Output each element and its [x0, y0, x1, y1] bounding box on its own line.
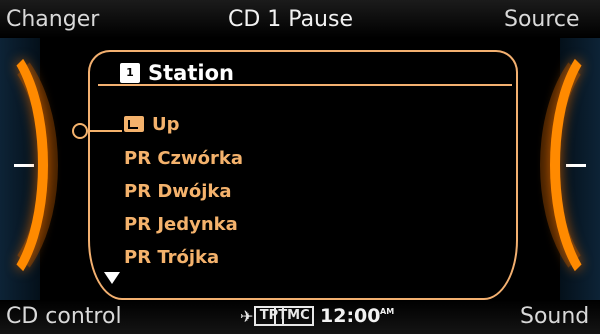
list-item-label: PR Dwójka [124, 180, 232, 202]
list-item[interactable]: PR Jedynka [124, 210, 238, 238]
list-item-label: PR Jedynka [124, 213, 238, 235]
list-item[interactable]: PR Trójka [124, 243, 219, 271]
folder-icon: 1 [120, 63, 140, 83]
playback-status: CD 1 Pause [228, 7, 353, 32]
list-item-label: Up [152, 113, 180, 135]
changer-button[interactable]: Changer [6, 7, 99, 32]
cd-control-button[interactable]: CD control [6, 304, 122, 329]
left-arc [0, 38, 48, 296]
sound-button[interactable]: Sound [520, 304, 589, 329]
selection-knob-icon [72, 123, 88, 139]
folder-up-icon [124, 116, 144, 132]
selection-pointer [88, 130, 122, 132]
station-browser: 1 Station Up PR Czwórka PR Dwójka PR Jed… [0, 38, 600, 300]
list-item-label: PR Czwórka [124, 147, 243, 169]
clock-ampm: AM [380, 307, 395, 316]
list-item-label: PR Trójka [124, 246, 220, 268]
list-item-up[interactable]: Up [124, 110, 180, 138]
clock-time: 12:00 [320, 305, 381, 327]
source-button[interactable]: Source [504, 7, 580, 32]
tmc-badge: TMC [274, 306, 314, 326]
navigation-arrow-icon: ✈ [240, 307, 254, 326]
right-arc [550, 38, 600, 296]
list-title: 1 Station [120, 60, 234, 86]
list-item[interactable]: PR Czwórka [124, 144, 243, 172]
scroll-down-icon[interactable] [104, 272, 120, 284]
list-item[interactable]: PR Dwójka [124, 177, 232, 205]
list-title-text: Station [148, 61, 234, 85]
